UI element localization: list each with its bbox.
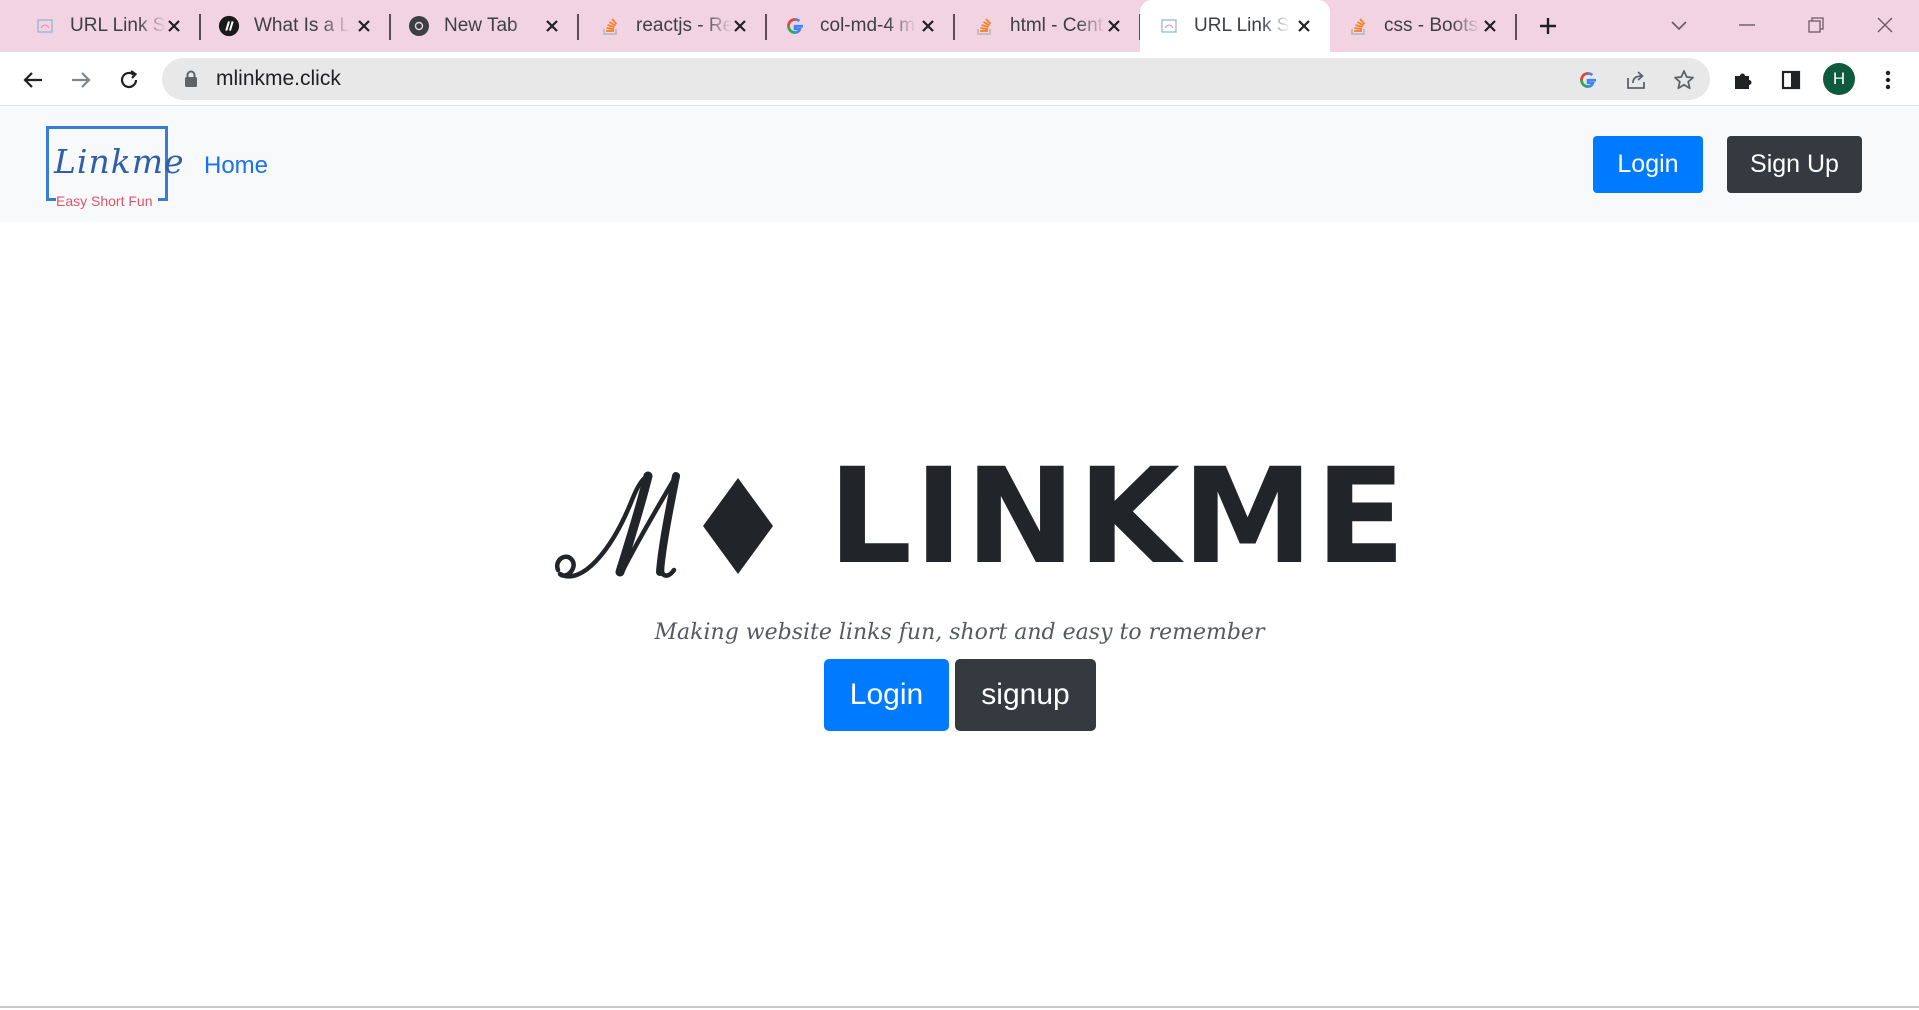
- profile-avatar[interactable]: H: [1823, 63, 1855, 95]
- close-icon[interactable]: [728, 14, 752, 38]
- side-panel-icon[interactable]: [1774, 63, 1808, 97]
- window-bottom-border: [0, 1006, 1919, 1008]
- browser-tabstrip: URL Link Sh What Is a La New Tab reactjs…: [0, 0, 1919, 52]
- nav-home-link[interactable]: Home: [204, 152, 268, 180]
- new-tab-plus-icon[interactable]: [1532, 12, 1564, 40]
- logo-script-text: Linkme: [54, 142, 185, 181]
- browser-tab[interactable]: URL Link Sh: [0, 0, 201, 52]
- close-icon[interactable]: [1478, 14, 1502, 38]
- browser-tab-active[interactable]: URL Link Sh: [1140, 0, 1330, 52]
- google-translate-icon[interactable]: [1574, 66, 1602, 94]
- browser-tab[interactable]: What Is a La: [200, 0, 391, 52]
- browser-tab[interactable]: css - Boots: [1330, 0, 1517, 52]
- linkme-favicon: [34, 15, 56, 37]
- tab-title: New Tab: [444, 15, 518, 36]
- hero-wordmark: LINKME: [828, 440, 1408, 594]
- tab-title: URL Link Sh: [70, 15, 166, 36]
- tab-title: col-md-4 m: [820, 15, 916, 36]
- share-icon[interactable]: [1622, 66, 1650, 94]
- back-arrow-icon[interactable]: [16, 63, 50, 97]
- address-bar[interactable]: mlinkme.click: [162, 58, 1710, 100]
- nav-signup-button[interactable]: Sign Up: [1727, 136, 1862, 193]
- logo-tagline: Easy Short Fun: [56, 193, 153, 209]
- close-icon[interactable]: [162, 14, 186, 38]
- close-icon[interactable]: [1102, 14, 1126, 38]
- forward-arrow-icon[interactable]: [64, 63, 98, 97]
- browser-tab[interactable]: New Tab: [390, 0, 579, 52]
- close-window-icon[interactable]: [1863, 10, 1907, 40]
- tab-separator: [1515, 14, 1517, 40]
- hero-tagline: Making website links fun, short and easy…: [654, 620, 1265, 645]
- linkme-favicon: [1158, 15, 1180, 37]
- diamond-icon: [703, 478, 773, 574]
- chrome-icon: [408, 15, 430, 37]
- reload-icon[interactable]: [112, 63, 146, 97]
- minimize-icon[interactable]: [1725, 10, 1769, 40]
- restore-icon[interactable]: [1794, 10, 1838, 40]
- stackoverflow-icon: [974, 15, 996, 37]
- lock-icon[interactable]: [182, 70, 200, 88]
- close-icon[interactable]: [352, 14, 376, 38]
- google-icon: [784, 15, 806, 37]
- browser-tab[interactable]: col-md-4 m: [766, 0, 955, 52]
- hero-login-button[interactable]: Login: [824, 659, 949, 731]
- tab-title: What Is a La: [254, 15, 350, 36]
- hero-signup-button[interactable]: signup: [955, 659, 1096, 731]
- tab-search-chevron-icon[interactable]: [1657, 10, 1701, 40]
- url-text[interactable]: mlinkme.click: [216, 67, 341, 91]
- close-icon[interactable]: [1292, 14, 1316, 38]
- tab-title: URL Link Sh: [1194, 15, 1290, 36]
- blog-favicon: [218, 15, 240, 37]
- extensions-puzzle-icon[interactable]: [1726, 63, 1760, 97]
- browser-tab[interactable]: reactjs - Re: [578, 0, 767, 52]
- kebab-menu-icon[interactable]: [1871, 63, 1905, 97]
- tab-title: html - Cent: [1010, 15, 1103, 36]
- bookmark-star-icon[interactable]: [1670, 66, 1698, 94]
- close-icon[interactable]: [540, 14, 564, 38]
- browser-toolbar: mlinkme.click H: [0, 52, 1919, 106]
- nav-login-button[interactable]: Login: [1593, 136, 1703, 193]
- close-icon[interactable]: [916, 14, 940, 38]
- browser-tab[interactable]: html - Cent: [954, 0, 1141, 52]
- tab-title: css - Boots: [1384, 15, 1478, 36]
- site-navbar: Linkme Easy Short Fun Home Login Sign Up: [0, 107, 1919, 222]
- stackoverflow-icon: [1348, 15, 1370, 37]
- tab-title: reactjs - Re: [636, 15, 732, 36]
- linkme-logo[interactable]: Linkme Easy Short Fun: [46, 126, 184, 209]
- stackoverflow-icon: [600, 15, 622, 37]
